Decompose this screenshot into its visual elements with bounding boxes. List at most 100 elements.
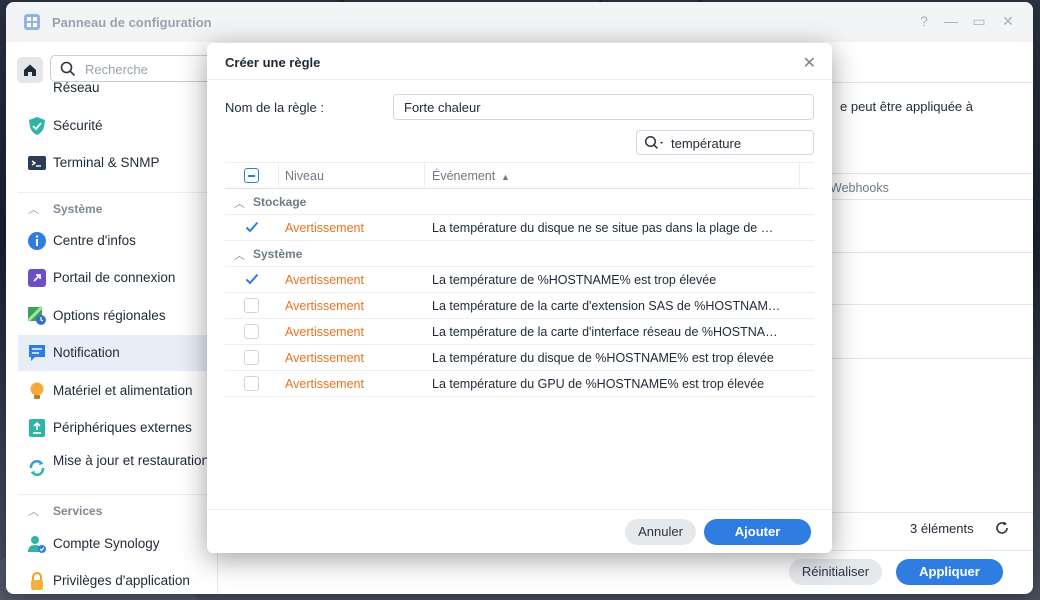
- row-checkbox[interactable]: [244, 324, 259, 339]
- checkmark-icon[interactable]: [244, 219, 260, 235]
- sidebar-item-label: Privilèges d'application: [53, 573, 190, 588]
- sidebar-item-compte-synology[interactable]: Compte Synology: [18, 526, 218, 562]
- reset-button[interactable]: Réinitialiser: [789, 559, 882, 585]
- event-filter-input[interactable]: température: [636, 130, 814, 155]
- rule-name-input[interactable]: Forte chaleur: [393, 94, 814, 120]
- section-label: Services: [53, 504, 103, 518]
- sort-ascending-icon[interactable]: ▲: [501, 172, 510, 182]
- sidebar-item-label: Matériel et alimentation: [53, 383, 193, 398]
- close-icon[interactable]: ✕: [803, 53, 816, 73]
- create-rule-dialog: Créer une règle ✕ Nom de la règle : Fort…: [207, 43, 832, 553]
- sidebar-item-notification[interactable]: Notification: [18, 335, 218, 371]
- group-header-stockage[interactable]: ︿ Stockage: [225, 189, 814, 215]
- sidebar-section-systeme[interactable]: ︿ Système: [18, 192, 218, 222]
- dialog-header-divider: [207, 79, 832, 80]
- sidebar-item-reseau[interactable]: Réseau: [18, 80, 218, 98]
- sidebar-item-peripheriques[interactable]: Périphériques externes: [18, 410, 218, 446]
- sidebar-item-label: Centre d'infos: [53, 233, 136, 248]
- content-description: e peut être appliquée à: [840, 99, 973, 114]
- table-header: Niveau Événement ▲: [225, 162, 814, 189]
- group-header-systeme[interactable]: ︿ Système: [225, 241, 814, 267]
- sidebar-item-privileges[interactable]: Privilèges d'application: [18, 563, 218, 594]
- search-icon: [60, 61, 76, 77]
- sidebar-section-services[interactable]: ︿ Services: [18, 494, 218, 524]
- row-checkbox[interactable]: [244, 376, 259, 391]
- refresh-icon[interactable]: [994, 520, 1010, 536]
- row-checkbox[interactable]: [244, 350, 259, 365]
- level-cell: Avertissement: [285, 377, 364, 391]
- select-all-checkbox[interactable]: [244, 168, 259, 183]
- window-titlebar: Panneau de configuration ? — ▭ ✕: [6, 2, 1033, 42]
- window-title: Panneau de configuration: [52, 15, 212, 30]
- close-window-icon[interactable]: ✕: [1000, 13, 1016, 29]
- section-label: Système: [53, 202, 103, 216]
- table-row[interactable]: Avertissement La température de %HOSTNAM…: [225, 267, 814, 293]
- column-divider: [799, 163, 800, 189]
- level-cell: Avertissement: [285, 273, 364, 287]
- level-cell: Avertissement: [285, 299, 364, 313]
- column-header-event[interactable]: Événement: [432, 169, 495, 183]
- search-dropdown-icon: [644, 135, 663, 150]
- table-row[interactable]: Avertissement La température de la carte…: [225, 319, 814, 345]
- sidebar: Recherche Réseau Sécurité Terminal & SNM…: [6, 42, 220, 594]
- app-privileges-icon: [31, 572, 43, 590]
- sidebar-item-securite[interactable]: Sécurité: [18, 108, 218, 144]
- regional-options-icon: [27, 306, 46, 325]
- sidebar-search-input[interactable]: Recherche: [50, 55, 220, 82]
- event-cell: La température de la carte d'interface r…: [432, 325, 778, 339]
- hardware-power-icon: [30, 382, 44, 399]
- sidebar-item-mise-a-jour[interactable]: Mise à jour et restauration: [18, 450, 218, 486]
- shield-icon: [29, 117, 45, 135]
- sidebar-item-terminal[interactable]: Terminal & SNMP: [18, 145, 218, 181]
- row-checkbox[interactable]: [244, 298, 259, 313]
- cancel-button[interactable]: Annuler: [625, 519, 696, 545]
- notification-icon: [29, 345, 45, 361]
- sidebar-item-portail[interactable]: Portail de connexion: [18, 260, 218, 296]
- apply-button[interactable]: Appliquer: [896, 559, 1003, 585]
- group-label: Stockage: [253, 195, 307, 209]
- table-row[interactable]: Avertissement La température de la carte…: [225, 293, 814, 319]
- sidebar-item-label: Sécurité: [53, 118, 103, 133]
- login-portal-icon: [28, 269, 46, 287]
- rule-name-value: Forte chaleur: [404, 100, 481, 115]
- info-icon: [28, 232, 46, 250]
- checkmark-icon[interactable]: [244, 271, 260, 287]
- help-icon[interactable]: ?: [916, 13, 932, 29]
- sidebar-item-centre-infos[interactable]: Centre d'infos: [18, 223, 218, 259]
- level-cell: Avertissement: [285, 325, 364, 339]
- sidebar-item-label: Notification: [53, 345, 120, 360]
- table-row[interactable]: Avertissement La température du GPU de %…: [225, 371, 814, 397]
- add-button[interactable]: Ajouter: [704, 519, 811, 545]
- dialog-footer-divider: [207, 509, 832, 510]
- sidebar-item-label: Périphériques externes: [53, 420, 192, 435]
- sidebar-item-label: Compte Synology: [53, 536, 160, 551]
- synology-account-icon: [28, 536, 46, 553]
- sidebar-item-options-regionales[interactable]: Options régionales: [18, 298, 218, 334]
- filter-value: température: [671, 136, 742, 151]
- event-cell: La température du GPU de %HOSTNAME% est …: [432, 377, 765, 391]
- event-cell: La température de %HOSTNAME% est trop él…: [432, 273, 717, 287]
- level-cell: Avertissement: [285, 351, 364, 365]
- group-label: Système: [253, 247, 303, 261]
- rule-name-label: Nom de la règle :: [225, 100, 324, 115]
- minimize-icon[interactable]: —: [943, 13, 959, 29]
- sidebar-item-materiel[interactable]: Matériel et alimentation: [18, 373, 218, 409]
- chevron-up-icon: ︿: [234, 250, 245, 262]
- chevron-up-icon: ︿: [234, 198, 245, 210]
- search-placeholder: Recherche: [85, 62, 148, 77]
- column-divider: [278, 163, 279, 189]
- maximize-icon[interactable]: ▭: [971, 13, 987, 29]
- column-header-level[interactable]: Niveau: [285, 169, 324, 183]
- chevron-up-icon: ︿: [28, 204, 39, 216]
- chevron-up-icon: ︿: [28, 506, 39, 518]
- item-count: 3 éléments: [910, 521, 974, 536]
- table-row[interactable]: Avertissement La température du disque d…: [225, 345, 814, 371]
- sidebar-item-label: Terminal & SNMP: [53, 155, 160, 170]
- control-panel-logo-icon: [24, 14, 40, 30]
- dialog-title: Créer une règle: [225, 55, 321, 70]
- sidebar-item-label: Options régionales: [53, 308, 166, 323]
- terminal-icon: [28, 156, 46, 170]
- level-cell: Avertissement: [285, 221, 364, 235]
- table-row[interactable]: Avertissement La température du disque n…: [225, 215, 814, 241]
- external-devices-icon: [29, 419, 45, 437]
